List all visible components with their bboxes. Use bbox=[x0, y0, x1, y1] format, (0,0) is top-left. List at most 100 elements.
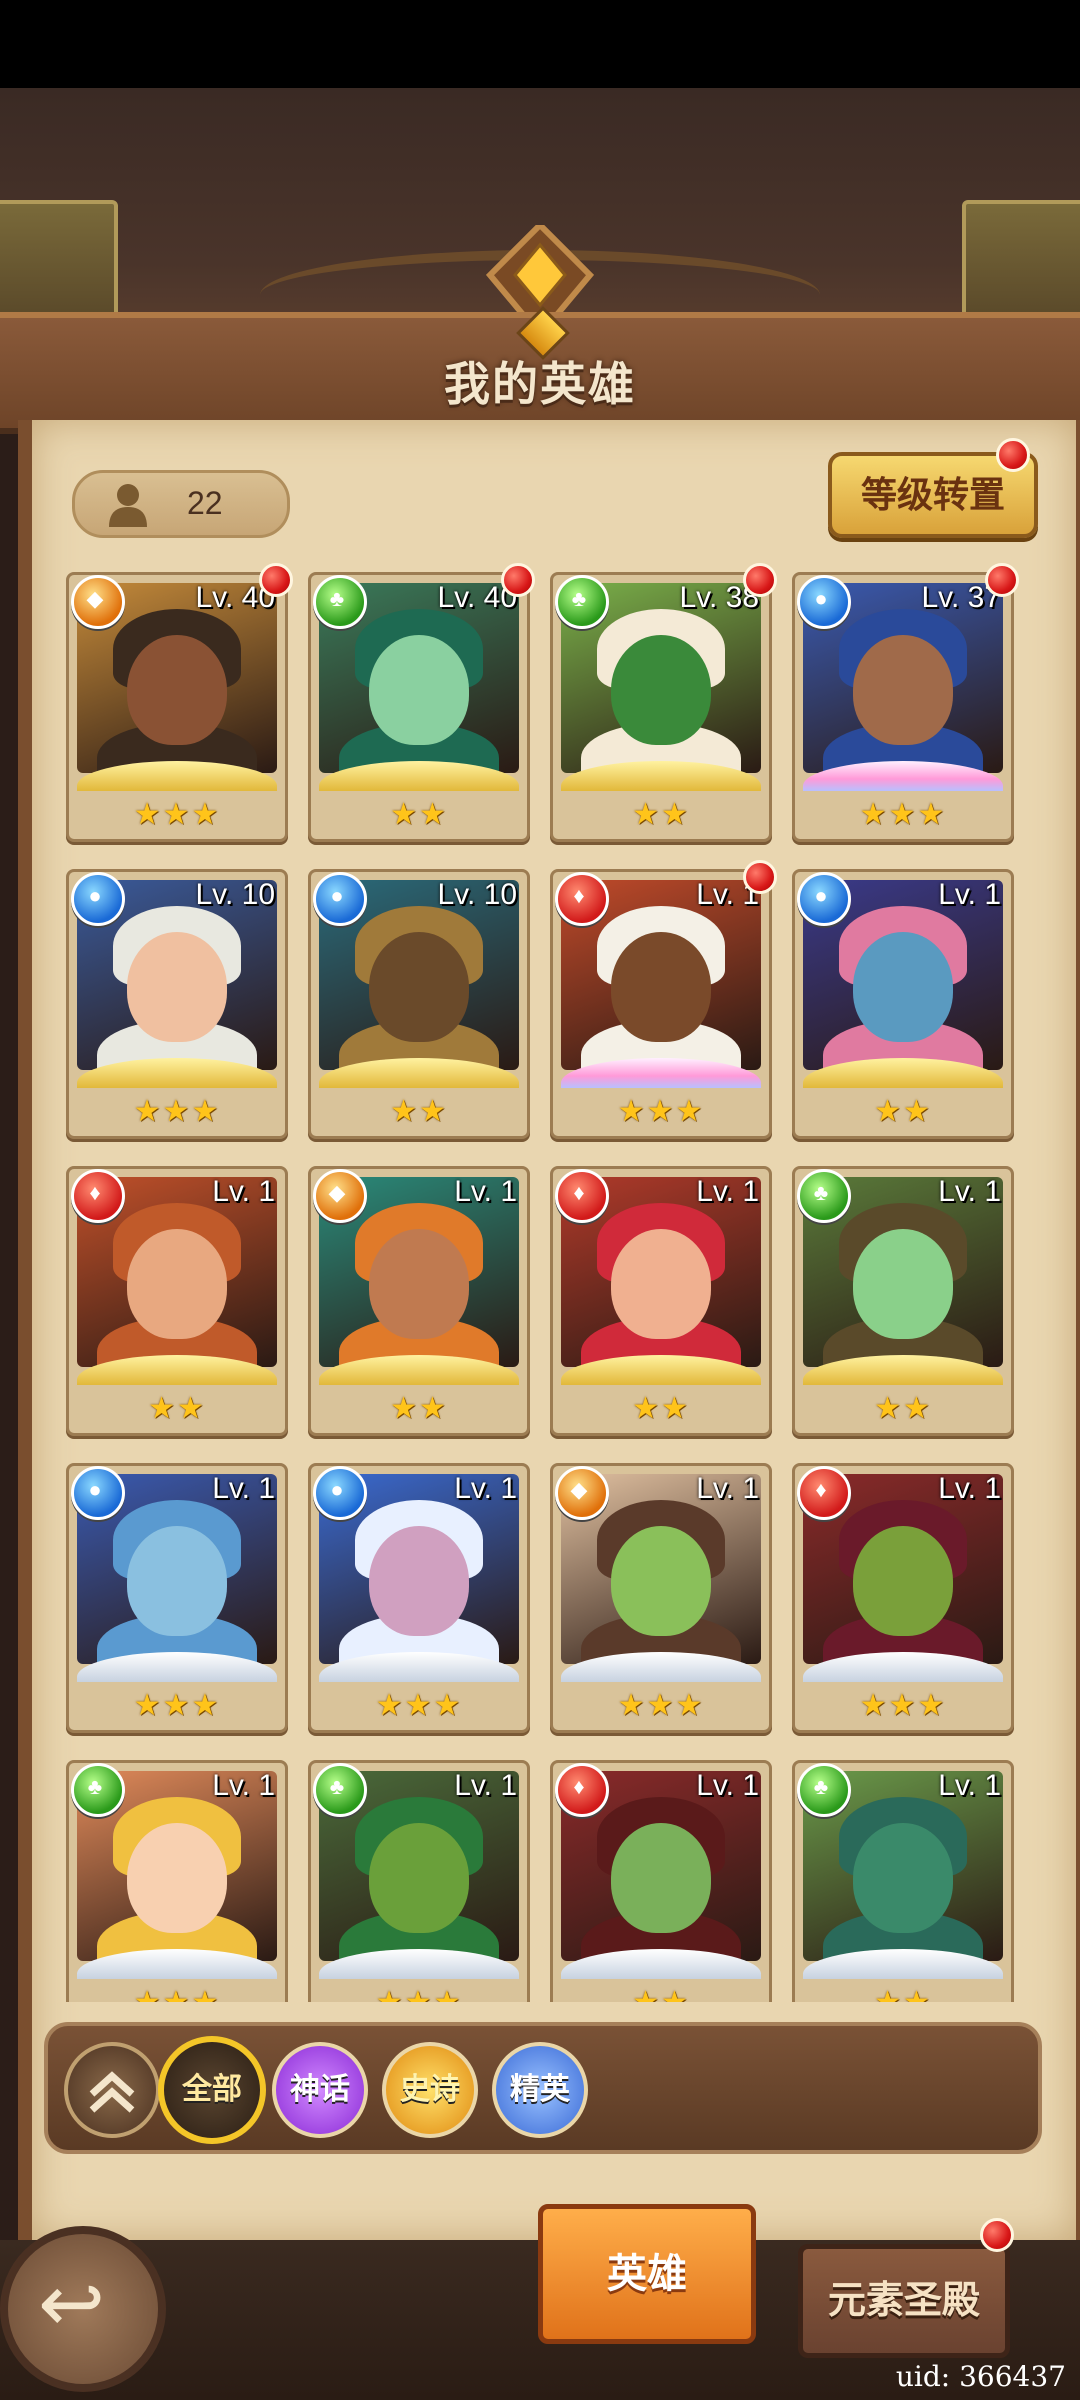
element-glyph: ♣ bbox=[571, 586, 587, 611]
nature-element-icon: ♣ bbox=[797, 1169, 851, 1223]
nature-element-icon: ♣ bbox=[797, 1763, 851, 1817]
fire-element-icon: ♦ bbox=[555, 872, 609, 926]
hero-card[interactable]: ● Lv. 37 ★★★ bbox=[792, 563, 1019, 842]
element-glyph: ♦ bbox=[815, 1477, 827, 1502]
water-element-icon: ● bbox=[797, 575, 851, 629]
hero-face bbox=[611, 1229, 711, 1339]
star-rating: ★★ bbox=[390, 1095, 448, 1128]
water-element-icon: ● bbox=[71, 1466, 125, 1520]
light-element-icon: ◆ bbox=[71, 575, 125, 629]
hero-level: Lv. 1 bbox=[696, 1769, 759, 1802]
fire-element-icon: ♦ bbox=[555, 1169, 609, 1223]
hero-level: Lv. 1 bbox=[938, 878, 1001, 911]
filter-mythic[interactable]: 神话 bbox=[272, 2042, 368, 2138]
element-glyph: ● bbox=[330, 1477, 344, 1502]
hero-face bbox=[853, 1526, 953, 1636]
tab-element-temple[interactable]: 元素圣殿 bbox=[798, 2244, 1010, 2358]
hero-face bbox=[127, 1229, 227, 1339]
hero-card[interactable]: ♣ Lv. 38 ★★ bbox=[550, 563, 777, 842]
hero-card[interactable]: ♦ Lv. 1 ★★ bbox=[66, 1166, 288, 1436]
hero-card[interactable]: ● Lv. 1 ★★ bbox=[792, 869, 1014, 1139]
nature-element-icon: ♣ bbox=[71, 1763, 125, 1817]
hero-level: Lv. 1 bbox=[212, 1769, 275, 1802]
hero-face bbox=[853, 1229, 953, 1339]
hero-level: Lv. 1 bbox=[696, 1175, 759, 1208]
hero-face bbox=[853, 1823, 953, 1933]
hero-card[interactable]: ◆ Lv. 40 ★★★ bbox=[66, 563, 293, 842]
hero-level: Lv. 1 bbox=[212, 1175, 275, 1208]
filter-elite[interactable]: 精英 bbox=[492, 2042, 588, 2138]
notification-dot bbox=[501, 563, 535, 597]
hero-card[interactable]: ♦ Lv. 1 ★★ bbox=[550, 1760, 772, 2002]
back-button[interactable]: ↩ bbox=[0, 2226, 166, 2392]
back-arrow-icon: ↩ bbox=[38, 2259, 106, 2348]
hero-face bbox=[369, 1823, 469, 1933]
hero-card[interactable]: ♦ Lv. 1 ★★ bbox=[550, 1166, 772, 1436]
nature-element-icon: ♣ bbox=[313, 1763, 367, 1817]
light-element-icon: ◆ bbox=[555, 1466, 609, 1520]
hero-level: Lv. 1 bbox=[938, 1769, 1001, 1802]
hero-face bbox=[611, 932, 711, 1042]
hero-level: Lv. 1 bbox=[938, 1175, 1001, 1208]
element-glyph: ♦ bbox=[573, 1180, 585, 1205]
star-rating: ★★★ bbox=[133, 798, 221, 831]
status-bar bbox=[0, 0, 1080, 88]
star-rating: ★★ bbox=[874, 1095, 932, 1128]
tab-heroes[interactable]: 英雄 bbox=[538, 2204, 756, 2344]
hero-count-value: 22 bbox=[187, 485, 223, 521]
hero-card[interactable]: ♦ Lv. 1 ★★★ bbox=[550, 860, 777, 1139]
star-rating: ★★ bbox=[553, 1985, 769, 2002]
page-title: 我的英雄 bbox=[444, 358, 636, 410]
hero-face bbox=[369, 635, 469, 745]
element-glyph: ♣ bbox=[87, 1774, 103, 1799]
water-element-icon: ● bbox=[313, 1466, 367, 1520]
person-icon bbox=[109, 484, 147, 527]
hero-card[interactable]: ♣ Lv. 40 ★★ bbox=[308, 563, 535, 842]
hero-face bbox=[127, 635, 227, 745]
hero-card[interactable]: ◆ Lv. 1 ★★ bbox=[308, 1166, 530, 1436]
filter-epic[interactable]: 史诗 bbox=[382, 2042, 478, 2138]
chevron-up-icon bbox=[89, 2071, 135, 2113]
hero-card[interactable]: ♣ Lv. 1 ★★ bbox=[792, 1166, 1014, 1436]
hero-card[interactable]: ● Lv. 1 ★★★ bbox=[308, 1463, 530, 1733]
star-rating: ★★★ bbox=[69, 1985, 285, 2002]
star-rating: ★★★ bbox=[375, 1689, 463, 1722]
light-element-icon: ◆ bbox=[313, 1169, 367, 1223]
notification-dot bbox=[259, 563, 293, 597]
hero-level: Lv. 10 bbox=[437, 878, 518, 911]
notification-dot bbox=[980, 2218, 1014, 2252]
element-glyph: ◆ bbox=[328, 1180, 346, 1205]
hero-face bbox=[853, 932, 953, 1042]
hero-level: Lv. 1 bbox=[454, 1175, 517, 1208]
notification-dot bbox=[743, 860, 777, 894]
nature-element-icon: ♣ bbox=[313, 575, 367, 629]
hero-level: Lv. 10 bbox=[195, 878, 276, 911]
hero-card[interactable]: ♣ Lv. 1 ★★ bbox=[792, 1760, 1014, 2002]
star-rating: ★★ bbox=[148, 1392, 206, 1425]
water-element-icon: ● bbox=[313, 872, 367, 926]
star-rating: ★★★ bbox=[859, 1689, 947, 1722]
star-rating: ★★ bbox=[390, 798, 448, 831]
hero-card[interactable]: ● Lv. 10 ★★ bbox=[308, 869, 530, 1139]
hero-card[interactable]: ● Lv. 1 ★★★ bbox=[66, 1463, 288, 1733]
nature-element-icon: ♣ bbox=[555, 575, 609, 629]
hero-card[interactable]: ♦ Lv. 1 ★★★ bbox=[792, 1463, 1014, 1733]
star-rating: ★★★ bbox=[133, 1095, 221, 1128]
left-pillar-decoration bbox=[0, 200, 118, 318]
hero-card[interactable]: ♣ Lv. 1 ★★★ bbox=[66, 1760, 288, 2002]
right-pillar-decoration bbox=[962, 200, 1080, 318]
star-rating: ★★★ bbox=[311, 1985, 527, 2002]
fire-element-icon: ♦ bbox=[555, 1763, 609, 1817]
collapse-button[interactable] bbox=[64, 2042, 160, 2138]
element-glyph: ● bbox=[814, 883, 828, 908]
hero-level: Lv. 1 bbox=[454, 1472, 517, 1505]
hero-face bbox=[611, 1526, 711, 1636]
star-rating: ★★★ bbox=[859, 798, 947, 831]
hero-card[interactable]: ● Lv. 10 ★★★ bbox=[66, 869, 288, 1139]
hero-card[interactable]: ◆ Lv. 1 ★★★ bbox=[550, 1463, 772, 1733]
element-glyph: ● bbox=[330, 883, 344, 908]
hero-face bbox=[611, 635, 711, 745]
hero-card[interactable]: ♣ Lv. 1 ★★★ bbox=[308, 1760, 530, 2002]
element-glyph: ♣ bbox=[329, 1774, 345, 1799]
filter-all[interactable]: 全部 bbox=[158, 2036, 266, 2144]
